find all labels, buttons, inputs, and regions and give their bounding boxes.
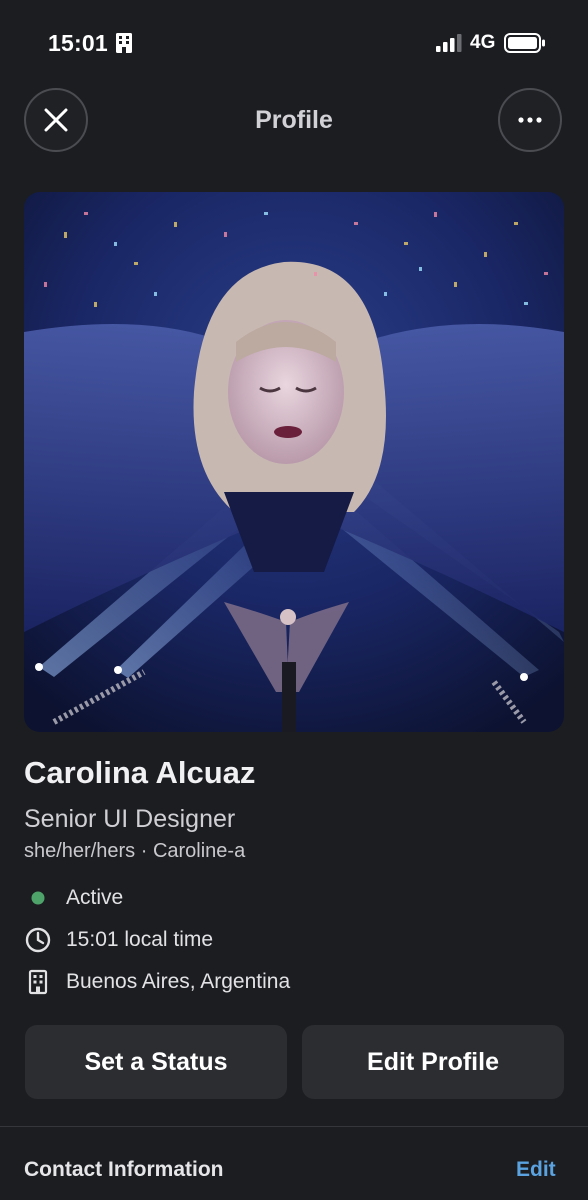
contact-information-heading: Contact Information xyxy=(24,1158,224,1181)
location-row: Buenos Aires, Argentina xyxy=(24,966,564,998)
location-text: Buenos Aires, Argentina xyxy=(66,970,291,993)
status-time: 15:01 xyxy=(48,30,108,56)
more-options-icon xyxy=(518,117,542,123)
local-time-text: 15:01 local time xyxy=(66,928,214,951)
active-status-dot-icon xyxy=(31,891,45,905)
local-time-row: 15:01 local time xyxy=(24,924,564,956)
more-options-button[interactable] xyxy=(498,88,562,152)
job-title: Senior UI Designer xyxy=(24,805,236,833)
divider xyxy=(0,1126,588,1127)
profile-name: Carolina Alcuaz xyxy=(24,755,256,790)
battery-icon xyxy=(504,33,545,53)
header: Profile xyxy=(0,88,588,158)
profile-photo[interactable] xyxy=(24,192,564,732)
profile-screen: 15:01 4G Profile Carolina Alcuaz Senior … xyxy=(0,0,588,1200)
cellular-signal-icon xyxy=(436,34,462,52)
building-icon xyxy=(116,33,132,53)
contact-edit-link[interactable]: Edit xyxy=(516,1158,556,1182)
pronouns-handle: she/her/hers · Caroline-a xyxy=(24,840,246,862)
status-row: Active xyxy=(24,882,564,914)
building-icon xyxy=(28,969,48,995)
set-status-button[interactable]: Set a Status xyxy=(25,1025,287,1099)
clock-icon xyxy=(25,927,51,953)
network-type: 4G xyxy=(470,32,496,53)
edit-profile-button[interactable]: Edit Profile xyxy=(302,1025,564,1099)
status-text: Active xyxy=(66,886,124,909)
status-bar: 15:01 4G xyxy=(0,0,588,88)
